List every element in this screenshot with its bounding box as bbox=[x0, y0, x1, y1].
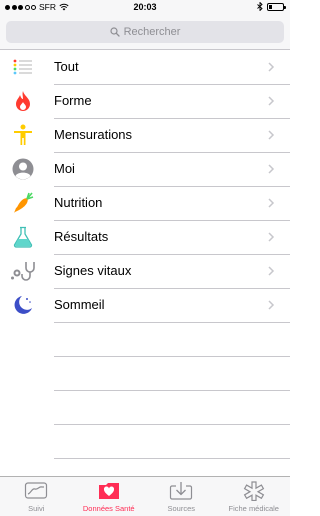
medical-star-icon bbox=[243, 481, 264, 501]
category-label: Tout bbox=[54, 59, 79, 74]
chart-icon bbox=[25, 482, 48, 499]
chevron-right-icon bbox=[268, 232, 275, 242]
category-label: Nutrition bbox=[54, 195, 103, 210]
category-label: Signes vitaux bbox=[54, 263, 132, 278]
tab-donnees-sante[interactable]: Données Santé bbox=[73, 477, 146, 516]
category-label: Mensurations bbox=[54, 127, 133, 142]
category-label: Moi bbox=[54, 161, 75, 176]
tab-sources[interactable]: Sources bbox=[145, 477, 218, 516]
list-icon bbox=[10, 55, 36, 79]
empty-row bbox=[0, 424, 290, 458]
tab-label: Données Santé bbox=[82, 504, 135, 513]
category-row-nutrition[interactable]: Nutrition bbox=[0, 186, 290, 220]
flame-icon bbox=[10, 89, 36, 113]
body-figure-icon bbox=[10, 123, 36, 147]
tab-label: Fiche médicale bbox=[228, 504, 279, 513]
empty-row bbox=[0, 390, 290, 424]
category-list: Tout Forme Mensurations Moi Nutrition Ré… bbox=[0, 50, 290, 322]
carrot-icon bbox=[10, 191, 36, 215]
chevron-right-icon bbox=[268, 164, 275, 174]
search-input[interactable]: Rechercher bbox=[6, 21, 284, 43]
battery-icon bbox=[267, 2, 286, 11]
tab-bar: Suivi Données Santé Sources Fiche médica… bbox=[0, 476, 290, 516]
category-row-resultats[interactable]: Résultats bbox=[0, 220, 290, 254]
tab-suivi[interactable]: Suivi bbox=[0, 477, 73, 516]
bluetooth-icon bbox=[257, 2, 263, 11]
chevron-right-icon bbox=[268, 130, 275, 140]
moon-icon bbox=[10, 293, 36, 317]
chevron-right-icon bbox=[268, 62, 275, 72]
stethoscope-icon bbox=[10, 259, 36, 283]
status-time: 20:03 bbox=[133, 2, 157, 12]
tab-fiche-medicale[interactable]: Fiche médicale bbox=[218, 477, 291, 516]
status-bar: SFR 20:03 bbox=[0, 0, 290, 14]
chevron-right-icon bbox=[268, 198, 275, 208]
person-icon bbox=[10, 157, 36, 181]
empty-list-area bbox=[0, 322, 290, 458]
category-row-tout[interactable]: Tout bbox=[0, 50, 290, 84]
health-folder-icon bbox=[98, 483, 119, 499]
chevron-right-icon bbox=[268, 96, 275, 106]
search-icon bbox=[109, 27, 120, 37]
status-right bbox=[257, 2, 286, 11]
search-bar-container: Rechercher bbox=[0, 14, 290, 50]
category-label: Sommeil bbox=[54, 297, 105, 312]
tab-label: Sources bbox=[167, 504, 195, 513]
category-label: Forme bbox=[54, 93, 92, 108]
category-row-sommeil[interactable]: Sommeil bbox=[0, 288, 290, 322]
chevron-right-icon bbox=[268, 300, 275, 310]
category-row-moi[interactable]: Moi bbox=[0, 152, 290, 186]
empty-row bbox=[0, 322, 290, 356]
empty-row bbox=[0, 356, 290, 390]
category-row-signes-vitaux[interactable]: Signes vitaux bbox=[0, 254, 290, 288]
category-row-mensurations[interactable]: Mensurations bbox=[0, 118, 290, 152]
category-label: Résultats bbox=[54, 229, 109, 244]
tab-label: Suivi bbox=[28, 504, 45, 513]
flask-icon bbox=[10, 225, 36, 249]
category-row-forme[interactable]: Forme bbox=[0, 84, 290, 118]
chevron-right-icon bbox=[268, 266, 275, 276]
search-placeholder: Rechercher bbox=[123, 26, 181, 38]
download-icon bbox=[170, 482, 193, 500]
